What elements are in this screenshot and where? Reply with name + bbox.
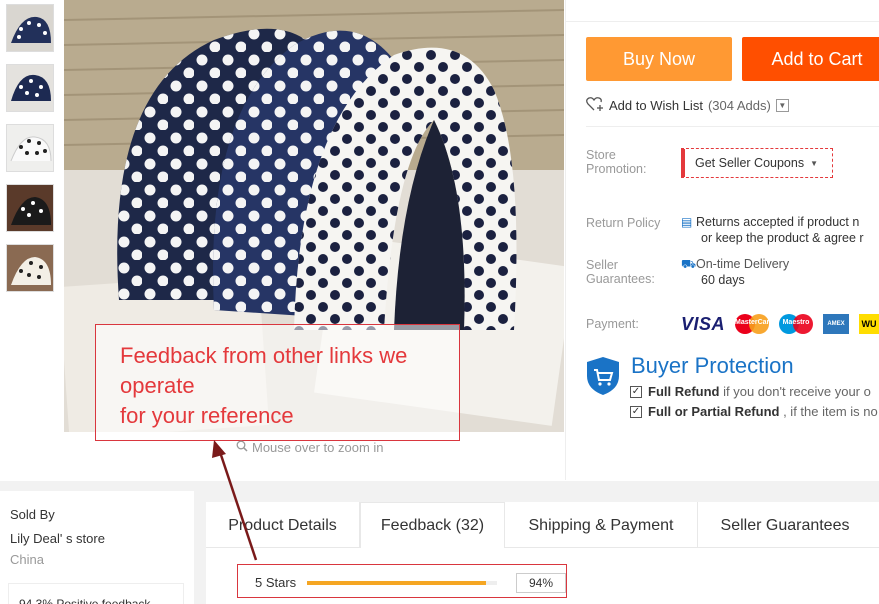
thumbnail-5[interactable] [6, 244, 54, 292]
rating-label: 5 Stars [255, 575, 297, 590]
buyer-protection-item: ✓ Full Refund if you don't receive your … [630, 384, 871, 399]
rating-percent: 94% [516, 573, 566, 593]
thumbnail-list [6, 4, 54, 304]
checkbox-icon: ✓ [630, 385, 642, 398]
visa-logo: VISA [681, 313, 726, 334]
truck-icon: ⛟ [681, 257, 697, 271]
return-icon: ▤ [681, 215, 693, 229]
sold-by-label: Sold By [10, 507, 55, 522]
caret-down-icon: ▼ [810, 158, 819, 168]
overlay-text: Feedback from other links we operate for… [120, 343, 408, 428]
tab-seller-guarantees[interactable]: Seller Guarantees [698, 502, 872, 549]
zoom-hint-text: Mouse over to zoom in [252, 440, 384, 455]
product-page: Feedback from other links we operate for… [0, 0, 879, 604]
chevron-down-icon[interactable]: ▼ [775, 99, 789, 112]
store-promotion-label: Store Promotion: [586, 148, 647, 176]
buyer-protection-item: ✓ Full or Partial Refund , if the item i… [630, 404, 878, 419]
divider [586, 126, 879, 127]
rating-row: 5 Stars 94% [237, 564, 567, 598]
return-policy-label: Return Policy [586, 216, 661, 230]
purchase-panel: Buy Now Add to Cart Add to Wish List (30… [565, 0, 879, 480]
tab-shipping-payment[interactable]: Shipping & Payment [505, 502, 698, 549]
shield-cart-icon [586, 356, 620, 401]
buyer-protection-title: Buyer Protection [631, 353, 794, 378]
section-divider [0, 481, 879, 491]
add-to-cart-button[interactable]: Add to Cart [742, 37, 879, 81]
magnifier-icon [236, 440, 248, 455]
amex-logo: AMEX [823, 314, 850, 334]
thumbnail-1[interactable] [6, 4, 54, 52]
western-union-logo: WU [859, 314, 879, 334]
payment-methods: VISA MasterCard Maestro AMEX WU [681, 313, 879, 335]
divider [566, 21, 879, 22]
wishlist-label: Add to Wish List [609, 98, 703, 113]
thumbnail-2[interactable] [6, 64, 54, 112]
add-to-wishlist[interactable]: Add to Wish List (304 Adds) ▼ [586, 96, 789, 115]
rating-bar-fill [307, 581, 486, 585]
heart-plus-icon [586, 96, 604, 115]
rating-bar [307, 581, 497, 585]
mastercard-logo: MasterCard [735, 313, 774, 335]
buy-now-button[interactable]: Buy Now [586, 37, 732, 81]
seller-guarantees-value: ⛟On-time Delivery 60 days [681, 257, 790, 287]
tab-feedback[interactable]: Feedback (32) [360, 502, 505, 549]
checkbox-icon: ✓ [630, 405, 642, 418]
wishlist-count: (304 Adds) [707, 98, 771, 113]
tab-product-details[interactable]: Product Details [206, 502, 360, 549]
maestro-logo: Maestro [779, 313, 814, 335]
thumbnail-3[interactable] [6, 124, 54, 172]
zoom-hint: Mouse over to zoom in [236, 440, 384, 455]
thumbnail-4[interactable] [6, 184, 54, 232]
return-policy-value: ▤ Returns accepted if product n or keep t… [681, 215, 864, 245]
payment-label: Payment: [586, 317, 639, 331]
seller-guarantees-label: Seller Guarantees: [586, 258, 655, 286]
feedback-overlay-note: Feedback from other links we operate for… [95, 324, 460, 441]
store-country: China [10, 552, 44, 567]
get-seller-coupons-dropdown[interactable]: Get Seller Coupons ▼ [681, 148, 833, 178]
positive-feedback: 94.3% Positive feedback [8, 583, 184, 604]
store-name-link[interactable]: Lily Deal' s store [10, 531, 184, 546]
coupon-label: Get Seller Coupons [695, 156, 805, 170]
